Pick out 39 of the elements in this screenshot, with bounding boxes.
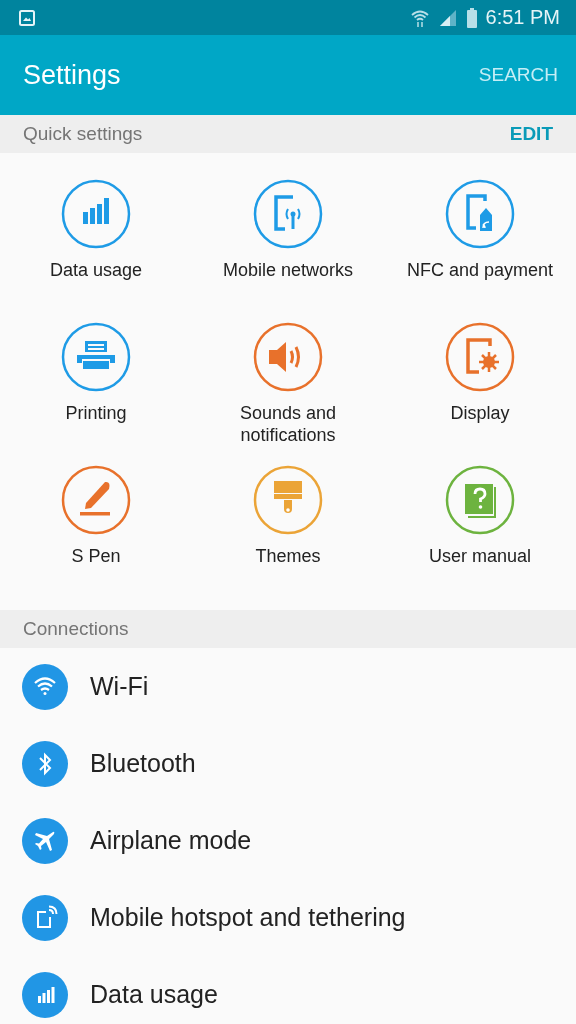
tile-label: Printing	[64, 402, 128, 424]
row-label: Airplane mode	[90, 826, 252, 855]
settings-row[interactable]: Wi-Fi	[0, 648, 576, 725]
tile-label: User manual	[427, 545, 532, 567]
tile-label: Mobile networks	[221, 259, 355, 281]
settings-row[interactable]: Airplane mode	[0, 802, 576, 879]
settings-row[interactable]: Mobile hotspot and tethering	[0, 879, 576, 956]
row-label: Mobile hotspot and tethering	[90, 903, 406, 932]
quick-setting-tile[interactable]: Data usage	[0, 179, 192, 322]
airplane-icon	[22, 817, 68, 864]
quick-setting-tile[interactable]: Mobile networks	[192, 179, 384, 322]
section-title: Quick settings	[23, 123, 143, 145]
row-label: Data usage	[90, 980, 218, 1009]
row-label: Wi-Fi	[90, 672, 149, 701]
tile-label: Data usage	[48, 259, 144, 281]
wifi-icon	[22, 663, 68, 710]
status-time: 6:51 PM	[485, 6, 560, 29]
bluetooth-icon	[22, 740, 68, 787]
tile-label: Display	[449, 402, 511, 424]
tile-label: NFC and payment	[405, 259, 555, 281]
row-label: Bluetooth	[90, 749, 196, 778]
tile-label: Themes	[254, 545, 322, 567]
hotspot-icon	[22, 894, 68, 941]
quick-setting-tile[interactable]: User manual	[384, 465, 576, 608]
gallery-icon	[19, 9, 35, 26]
settings-row[interactable]: Data usage	[0, 956, 576, 1024]
quick-setting-tile[interactable]: Printing	[0, 322, 192, 465]
section-title: Connections	[23, 618, 129, 640]
bars-icon	[22, 971, 68, 1018]
app-title: Settings	[23, 59, 121, 91]
quick-setting-tile[interactable]: S Pen	[0, 465, 192, 608]
quick-setting-tile[interactable]: NFC and payment	[384, 179, 576, 322]
tile-label: S Pen	[70, 545, 122, 567]
settings-row[interactable]: Bluetooth	[0, 725, 576, 802]
quick-setting-tile[interactable]: Sounds and notifications	[192, 322, 384, 465]
quick-setting-tile[interactable]: Themes	[192, 465, 384, 608]
battery-icon	[465, 7, 478, 28]
quick-setting-tile[interactable]: Display	[384, 322, 576, 465]
tile-label: Sounds and notifications	[238, 402, 338, 446]
